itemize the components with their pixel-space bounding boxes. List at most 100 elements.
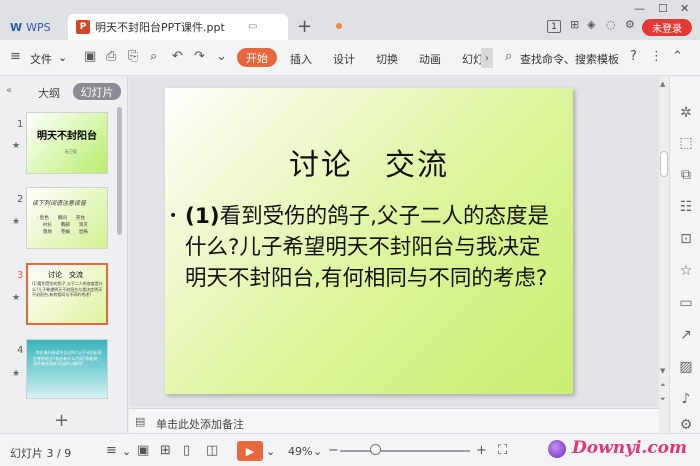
tab-transition[interactable]: 切换 xyxy=(376,51,398,67)
slideshow-dropdown-icon[interactable]: ⌄ xyxy=(266,445,275,458)
slide-thumbnail-4[interactable]: · 你在课外阅读中见过吗?父子分别出现在哪些地方?各自有什么不同?你能说一说作者… xyxy=(26,339,108,399)
quick-access-dropdown-icon[interactable]: ⌄ xyxy=(216,49,227,64)
watermark-text: Downyi.com xyxy=(572,438,688,458)
share-icon[interactable]: ↗ xyxy=(677,327,695,343)
slide-title[interactable]: 讨论 交流 xyxy=(165,140,573,184)
current-slide[interactable]: 讨论 交流 • (1)看到受伤的鸽子,父子二人的态度是什么?儿子希望明天不封阳台… xyxy=(165,88,573,394)
add-slide-button[interactable]: + xyxy=(54,410,69,431)
wps-logo-icon: W xyxy=(10,20,23,34)
grid-icon[interactable]: ⊞ xyxy=(570,18,579,31)
chat-icon[interactable]: ◌ xyxy=(606,18,616,31)
tab-insert[interactable]: 插入 xyxy=(290,51,312,67)
ppt-file-icon: P xyxy=(76,20,90,34)
thumb-row: 落地 苍蝇 恐怖 xyxy=(37,230,88,235)
zoom-dropdown-icon[interactable]: ⌄ xyxy=(313,445,322,458)
file-dropdown-icon[interactable]: ⌄ xyxy=(58,51,67,64)
slide-number: 3 xyxy=(17,270,24,281)
image-icon[interactable]: ▨ xyxy=(677,359,695,375)
properties-icon[interactable]: ☷ xyxy=(677,199,695,215)
collapse-panel-icon[interactable]: « xyxy=(6,85,12,96)
slideshow-play-button[interactable]: ▶ xyxy=(237,441,263,461)
title-bar: W WPS P 明天不封阳台PPT课件.ppt ▭ + 1 ⊞ ◈ ◌ ⚙ 未登… xyxy=(0,0,700,40)
close-icon[interactable]: ✕ xyxy=(680,2,689,15)
layers-icon[interactable]: ⧉ xyxy=(677,167,695,183)
maximize-icon[interactable]: ☐ xyxy=(658,2,668,15)
zoom-out-icon[interactable]: − xyxy=(328,443,339,458)
document-tab-title: 明天不封阳台PPT课件.ppt xyxy=(95,21,225,34)
document-tab[interactable]: P 明天不封阳台PPT课件.ppt ▭ xyxy=(68,14,342,40)
notes-pane[interactable]: ▤ 单击此处添加备注 xyxy=(129,408,659,433)
tab-start[interactable]: 开始 xyxy=(237,48,277,67)
scroll-up-icon[interactable]: ▲ xyxy=(660,80,665,88)
picture-icon[interactable]: ⊡ xyxy=(677,231,695,247)
scroll-thumb[interactable] xyxy=(660,151,668,177)
scroll-down-icon[interactable]: ▼ xyxy=(660,367,665,375)
slide-sorter-icon[interactable]: ⊞ xyxy=(160,443,171,458)
search-command-field[interactable]: 查找命令、搜索模板 xyxy=(520,51,619,67)
help-icon[interactable]: ? xyxy=(630,49,637,64)
file-menu[interactable]: 文件 xyxy=(30,51,52,67)
slide-number: 2 xyxy=(17,194,24,205)
slide-body-text[interactable]: (1)看到受伤的鸽子,父子二人的态度是什么?儿子希望明天不封阳台与我决定明天不封… xyxy=(185,201,560,294)
prev-slide-icon[interactable]: ⏶ xyxy=(660,381,666,390)
slide-number: 1 xyxy=(17,119,24,130)
reading-view-icon[interactable]: ▯ xyxy=(183,443,190,458)
monitor-icon[interactable]: ▭ xyxy=(248,21,257,32)
slide-thumbnail-3[interactable]: 讨论 交流 (1)看到受伤的鸽子,父子二人的态度是什么?儿子希望明天不封阳台与我… xyxy=(26,263,108,325)
format-painter-icon[interactable]: ⌕ xyxy=(150,49,157,64)
archive-icon[interactable]: ▭ xyxy=(677,295,695,311)
thumb-title: 读下列词语注意读音 xyxy=(32,200,87,207)
next-slide-icon[interactable]: ⏷ xyxy=(660,395,666,404)
export-pdf-icon[interactable]: ⎙ xyxy=(106,49,116,64)
minimize-icon[interactable]: — xyxy=(634,2,645,15)
zoom-slider[interactable] xyxy=(340,450,470,452)
search-icon[interactable]: ⌕ xyxy=(505,49,512,64)
normal-view-icon[interactable]: ▣ xyxy=(137,443,149,458)
zoom-in-icon[interactable]: + xyxy=(476,443,487,458)
notes-placeholder[interactable]: 单击此处添加备注 xyxy=(156,416,244,432)
favorite-star-icon[interactable]: ☆ xyxy=(677,263,695,279)
ribbon: ≡ 文件 ⌄ ▣ ⎙ ⎘ ⌕ ↶ ↷ ⌄ 开始 插入 设计 切换 动画 幻灯 ›… xyxy=(0,40,700,76)
tab-animation[interactable]: 动画 xyxy=(419,51,441,67)
tab-slides[interactable]: 幻灯片 xyxy=(73,83,121,100)
slide-thumbnail-2[interactable]: 读下列词语注意读音 · 脸色 瞬间 夹住 衬衫 胸部 消灭 落地 苍蝇 恐怖 xyxy=(26,187,108,249)
workspace-count-badge[interactable]: 1 xyxy=(547,20,561,33)
undo-icon[interactable]: ↶ xyxy=(172,49,183,64)
select-icon[interactable]: ⬚ xyxy=(677,135,695,151)
redo-icon[interactable]: ↷ xyxy=(194,49,205,64)
notes-icon: ▤ xyxy=(135,415,146,428)
print-icon[interactable]: ⎘ xyxy=(128,49,138,64)
canvas-vertical-scrollbar[interactable]: ▲ ▼ ⏶ ⏷ xyxy=(659,77,669,433)
gear-icon[interactable]: ⚙ xyxy=(677,417,695,433)
login-button[interactable]: 未登录 xyxy=(642,19,692,36)
ribbon-scroll-right-icon[interactable]: › xyxy=(481,48,493,68)
menu-icon[interactable]: ≡ xyxy=(10,49,21,64)
settings-icon[interactable]: ⚙ xyxy=(625,18,635,31)
more-options-icon[interactable]: ⋮ xyxy=(650,49,663,64)
notes-dropdown-icon[interactable]: ⌄ xyxy=(122,445,131,458)
audio-icon[interactable]: ♪ xyxy=(677,391,695,407)
thumb-row: · 脸色 瞬间 夹住 xyxy=(37,216,85,221)
new-tab-plus-icon[interactable]: + xyxy=(297,16,312,37)
tab-outline[interactable]: 大纲 xyxy=(38,85,60,101)
thumb-title: 明天不封阳台 xyxy=(37,131,97,142)
tab-design[interactable]: 设计 xyxy=(333,51,355,67)
thumbnail-scrollbar[interactable] xyxy=(117,107,122,235)
wps-home-tab[interactable]: W WPS xyxy=(4,14,62,40)
notes-toggle-icon[interactable]: ≡ xyxy=(106,443,117,458)
thumb-subtitle: 阮卫家 xyxy=(65,149,77,154)
slide-counter: 幻灯片 3 / 9 xyxy=(10,447,72,460)
fit-window-icon[interactable]: ⛶ xyxy=(498,443,507,458)
wps-home-label: WPS xyxy=(26,20,51,34)
zoom-slider-handle[interactable] xyxy=(370,444,381,455)
status-bar: 幻灯片 3 / 9 ≡ ⌄ ▣ ⊞ ▯ ◫ ▶ ⌄ 49% ⌄ − + ⛶ Do… xyxy=(0,433,700,466)
slide-thumbnail-1[interactable]: 明天不封阳台 阮卫家 xyxy=(26,112,108,174)
skin-icon[interactable]: ◈ xyxy=(587,18,595,31)
zoom-level[interactable]: 49% xyxy=(288,445,312,458)
slide-body-number: (1) xyxy=(185,204,220,229)
bullet-icon: • xyxy=(169,208,178,224)
collapse-ribbon-icon[interactable]: ⌃ xyxy=(672,49,683,64)
comment-icon[interactable]: ◫ xyxy=(206,443,218,458)
save-icon[interactable]: ▣ xyxy=(84,49,96,64)
smart-beautify-icon[interactable]: ✲ xyxy=(677,105,695,121)
